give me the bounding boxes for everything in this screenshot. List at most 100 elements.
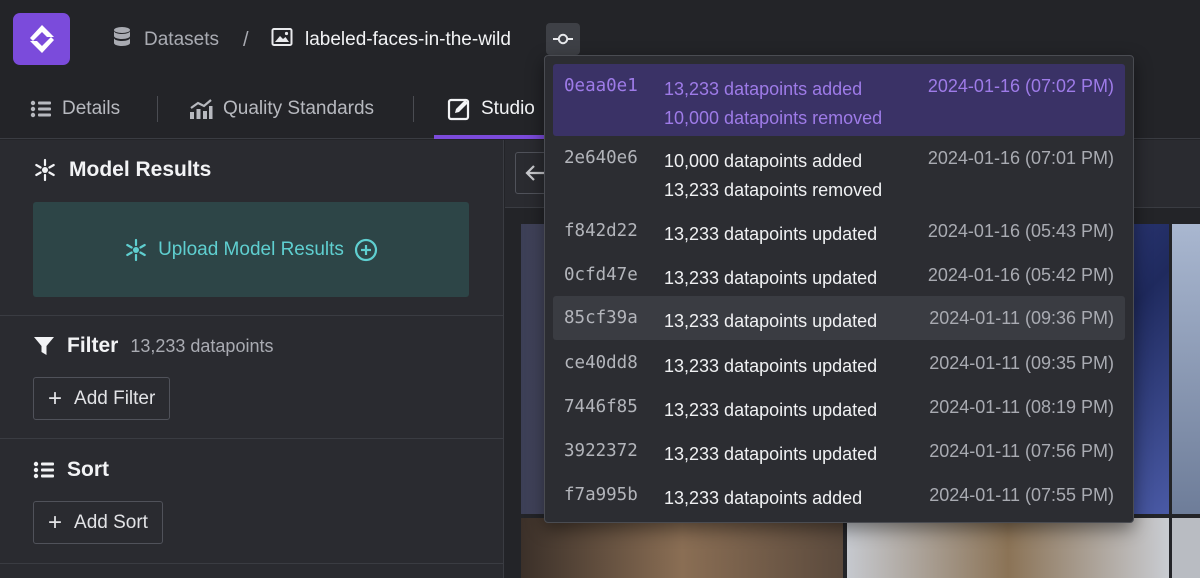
commit-row[interactable]: f7a995b 13,233 datapoints added 2024-01-11… [553, 473, 1125, 517]
commit-row[interactable]: 0cfd47e 13,233 datapoints updated 2024-01-… [553, 253, 1125, 297]
edit-icon [447, 97, 471, 121]
commit-row[interactable]: f842d22 13,233 datapoints updated 2024-01-… [553, 209, 1125, 253]
commit-message-line: 13,233 datapoints added [664, 488, 863, 508]
list-icon [30, 99, 52, 119]
commit-message: 13,233 datapoints added 10,000 datapoints… [664, 75, 882, 133]
tab-studio[interactable]: Studio [447, 80, 535, 138]
sort-list-icon [33, 460, 55, 480]
commit-history-dropdown: 0eaa0e1 13,233 datapoints added 10,000 dat… [544, 55, 1134, 523]
breadcrumb-separator: / [243, 28, 249, 51]
commit-row[interactable]: 0eaa0e1 13,233 datapoints added 10,000 dat… [553, 64, 1125, 136]
commit-hash: f7a995b [564, 485, 638, 505]
commit-hash: ce40dd8 [564, 353, 638, 373]
commit-row[interactable]: 85cf39a 13,233 datapoints updated 2024-01-… [553, 296, 1125, 340]
tab-details[interactable]: Details [30, 80, 120, 138]
commit-message-line: 13,233 datapoints added [664, 79, 863, 99]
image-icon [271, 27, 293, 53]
logo-icon [29, 25, 54, 53]
commit-hash: f842d22 [564, 221, 638, 241]
model-icon [124, 238, 148, 262]
datapoint-count: 13,233 datapoints [130, 335, 274, 356]
commit-date: 2024-01-11 (09:35 PM) [929, 353, 1114, 373]
breadcrumb-datasets-label: Datasets [144, 29, 219, 50]
commit-date: 2024-01-11 (09:36 PM) [929, 308, 1114, 328]
commit-history-button[interactable] [546, 23, 580, 55]
upload-model-results-label: Upload Model Results [158, 238, 344, 260]
model-results-header: Model Results [33, 158, 211, 182]
commit-message-line: 13,233 datapoints updated [664, 444, 878, 464]
commit-message-line: 13,233 datapoints removed [664, 180, 883, 200]
arrow-left-icon [525, 165, 544, 181]
sidebar: Model Results Upload Model Results Filte… [0, 140, 504, 578]
sort-header: Sort [33, 458, 109, 482]
breadcrumb-dataset[interactable]: labeled-faces-in-the-wild [271, 27, 511, 53]
commit-date: 2024-01-11 (07:56 PM) [929, 441, 1114, 461]
add-sort-button[interactable]: + Add Sort [33, 501, 163, 544]
funnel-icon [33, 335, 55, 357]
breadcrumb-dataset-label: labeled-faces-in-the-wild [305, 29, 511, 50]
commit-message: 13,233 datapoints updated [664, 352, 877, 381]
commit-message: 10,000 datapoints added 13,233 datapoints… [664, 147, 882, 205]
filter-title: Filter [67, 334, 119, 357]
commit-message: 13,233 datapoints updated [664, 440, 877, 469]
active-tab-indicator [434, 135, 554, 139]
section-divider [0, 438, 504, 439]
git-commit-icon [553, 33, 573, 45]
commit-message-line: 10,000 datapoints added [664, 151, 863, 171]
commit-message-line: 13,233 datapoints updated [664, 311, 878, 331]
tab-studio-label: Studio [481, 98, 535, 119]
commit-hash: 7446f85 [564, 397, 638, 417]
plus-icon: + [48, 508, 63, 536]
breadcrumb-datasets[interactable]: Datasets [112, 27, 219, 53]
commit-hash: 0eaa0e1 [564, 76, 638, 96]
model-results-title: Model Results [69, 158, 212, 181]
commit-message: 13,233 datapoints added [664, 484, 862, 513]
commit-message: 13,233 datapoints updated [664, 396, 877, 425]
add-filter-button[interactable]: + Add Filter [33, 377, 171, 420]
add-sort-label: Add Sort [74, 511, 148, 533]
upload-model-results-button[interactable]: Upload Model Results [33, 202, 469, 297]
tab-divider [413, 96, 414, 122]
commit-row[interactable]: ce40dd8 13,233 datapoints updated 2024-01-… [553, 341, 1125, 385]
commit-date: 2024-01-16 (05:43 PM) [927, 221, 1114, 241]
datapoint-thumbnail[interactable] [1172, 224, 1200, 514]
sort-title: Sort [67, 458, 109, 481]
commit-message-line: 13,233 datapoints updated [664, 356, 878, 376]
datapoint-thumbnail[interactable] [847, 518, 1169, 578]
commit-row[interactable]: 7446f85 13,233 datapoints updated 2024-01-… [553, 385, 1125, 429]
tab-quality-standards[interactable]: Quality Standards [189, 80, 374, 138]
commit-hash: 3922372 [564, 441, 638, 461]
datapoint-thumbnail[interactable] [521, 518, 843, 578]
datapoint-thumbnail[interactable] [1172, 518, 1200, 578]
commit-message-line: 13,233 datapoints updated [664, 224, 878, 244]
commit-date: 2024-01-16 (05:42 PM) [927, 265, 1114, 285]
commit-hash: 2e640e6 [564, 148, 638, 168]
section-divider [0, 315, 504, 316]
commit-date: 2024-01-11 (07:55 PM) [929, 485, 1114, 505]
commit-date: 2024-01-16 (07:02 PM) [927, 76, 1114, 96]
app-logo[interactable] [13, 13, 70, 65]
commit-message-line: 13,233 datapoints updated [664, 400, 878, 420]
commit-date: 2024-01-16 (07:01 PM) [927, 148, 1114, 168]
commit-message: 13,233 datapoints updated [664, 264, 877, 293]
database-icon [112, 26, 132, 54]
section-divider [0, 563, 504, 564]
filter-header: Filter 13,233 datapoints [33, 334, 273, 358]
commit-message: 13,233 datapoints updated [664, 307, 877, 336]
commit-row[interactable]: 2e640e6 10,000 datapoints added 13,233 dat… [553, 136, 1125, 208]
tab-divider [157, 96, 158, 122]
commit-hash: 85cf39a [564, 308, 638, 328]
add-filter-label: Add Filter [74, 387, 156, 409]
commit-date: 2024-01-11 (08:19 PM) [929, 397, 1114, 417]
commit-message-line: 13,233 datapoints updated [664, 268, 878, 288]
commit-row[interactable]: 3922372 13,233 datapoints updated 2024-01-… [553, 429, 1125, 473]
tab-details-label: Details [62, 98, 121, 119]
plus-icon: + [48, 384, 63, 412]
chart-icon [189, 98, 213, 120]
plus-circle-icon [354, 238, 378, 262]
commit-message: 13,233 datapoints updated [664, 220, 877, 249]
model-icon [33, 158, 57, 182]
tab-quality-label: Quality Standards [223, 98, 375, 119]
commit-message-line: 10,000 datapoints removed [664, 108, 883, 128]
commit-hash: 0cfd47e [564, 265, 638, 285]
